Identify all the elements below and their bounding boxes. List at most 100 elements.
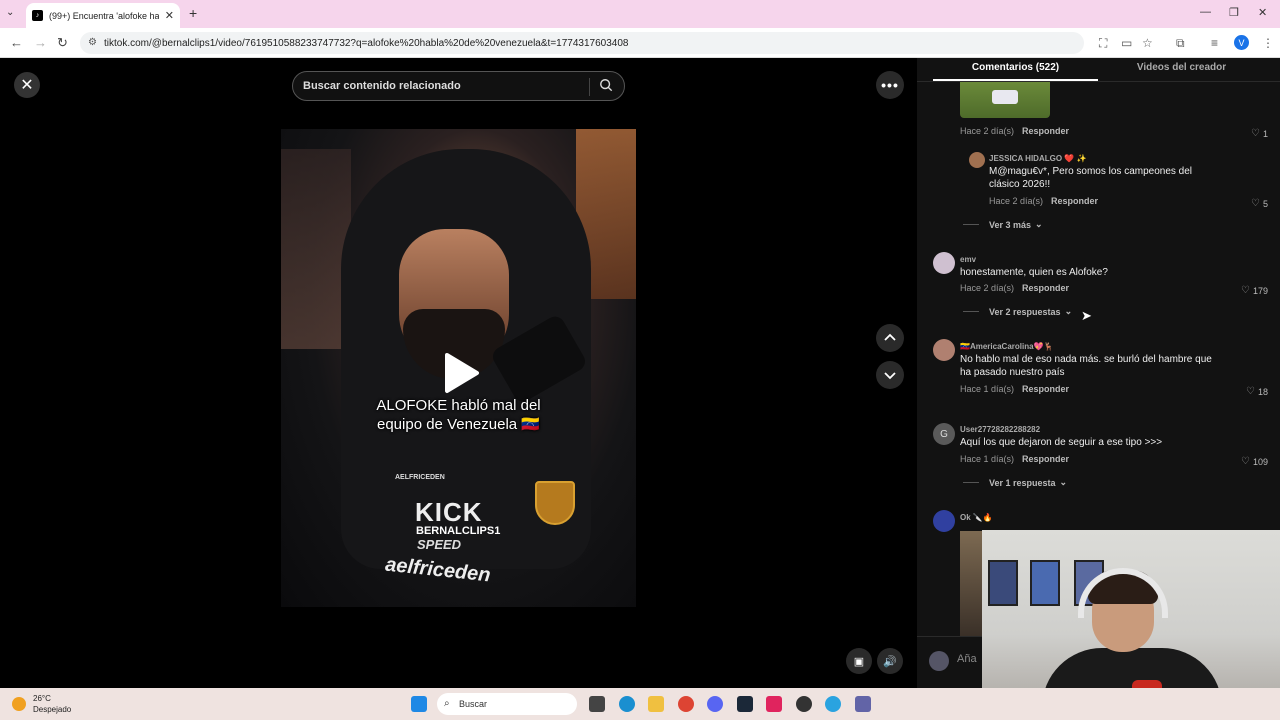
comment-time: Hace 2 día(s) — [989, 196, 1044, 206]
media-icon[interactable]: ≡ — [1211, 36, 1218, 50]
chevron-down-icon: ⌄ — [1059, 477, 1068, 487]
tab-close-icon[interactable]: ✕ — [165, 9, 174, 22]
teams-icon[interactable] — [855, 696, 871, 712]
comment-author[interactable]: Ok 🔪🔥 — [960, 513, 993, 522]
search-icon[interactable] — [599, 78, 613, 92]
minimize-button[interactable]: — — [1200, 6, 1211, 18]
task-view-icon[interactable] — [589, 696, 605, 712]
obs-icon[interactable] — [796, 696, 812, 712]
tab-title: (99+) Encuentra 'alofoke habla d — [49, 10, 159, 21]
search-icon: ⌕ — [444, 698, 450, 709]
play-icon[interactable] — [441, 351, 481, 395]
windows-taskbar: 26°C Despejado ⌕ Buscar — [0, 688, 1280, 720]
like-count: 18 — [1257, 386, 1268, 397]
divider-line — [963, 482, 979, 483]
comment-author[interactable]: User27728282288282 — [960, 425, 1040, 434]
like-count: 179 — [1252, 285, 1268, 296]
reply-button[interactable]: Responder — [1022, 283, 1069, 293]
chevron-down-icon: ⌄ — [1064, 306, 1073, 316]
discord-icon[interactable] — [707, 696, 723, 712]
bookmark-star-icon[interactable]: ☆ — [1142, 36, 1153, 50]
avatar[interactable] — [933, 339, 955, 361]
add-comment-input[interactable]: Aña — [957, 653, 977, 665]
telegram-icon[interactable] — [825, 696, 841, 712]
heart-icon: ♡ — [1241, 456, 1250, 467]
tab-search-icon[interactable]: ⌄ — [6, 7, 14, 18]
cast-icon[interactable]: ▭ — [1121, 36, 1132, 50]
extensions-icon[interactable]: ⧉ — [1176, 36, 1185, 51]
comment-meta: Hace 2 día(s) Responder — [960, 283, 1069, 293]
shirt-speed-text: SPEED — [417, 537, 462, 552]
translate-icon[interactable]: ⛶ — [1099, 36, 1107, 51]
comment-time: Hace 1 día(s) — [960, 454, 1015, 464]
avatar[interactable] — [969, 152, 985, 168]
file-explorer-icon[interactable] — [648, 696, 664, 712]
like-button[interactable]: ♡ 5 — [1251, 198, 1268, 209]
close-video-button[interactable]: ✕ — [14, 72, 40, 98]
view-replies[interactable]: Ver 2 respuestas ⌄ — [963, 306, 1072, 317]
active-tab-indicator — [933, 79, 1098, 81]
divider-line — [963, 224, 979, 225]
like-button[interactable]: ♡ 1 — [1251, 128, 1268, 139]
view-more-replies[interactable]: Ver 3 más ⌄ — [963, 219, 1043, 230]
reply-button[interactable]: Responder — [1051, 196, 1098, 206]
url-bar[interactable]: ⚙ tiktok.com/@bernalclips1/video/7619510… — [80, 32, 1084, 54]
new-tab-button[interactable]: + — [189, 5, 197, 21]
comment-time: Hace 2 día(s) — [960, 126, 1015, 136]
comment-image[interactable] — [960, 82, 1050, 118]
profile-avatar[interactable]: V — [1234, 35, 1249, 50]
tiktok-icon[interactable] — [766, 696, 782, 712]
heart-icon: ♡ — [1246, 386, 1255, 397]
browser-tab[interactable]: ♪ (99+) Encuentra 'alofoke habla d ✕ — [26, 3, 180, 28]
start-icon[interactable] — [411, 696, 427, 712]
forward-button[interactable]: → — [34, 35, 47, 50]
avatar[interactable] — [933, 510, 955, 532]
view-more-label: Ver 3 más — [989, 219, 1032, 230]
site-info-icon[interactable]: ⚙ — [88, 37, 97, 48]
comment-time: Hace 1 día(s) — [960, 384, 1015, 394]
view-replies[interactable]: Ver 1 respuesta ⌄ — [963, 477, 1067, 488]
volume-button[interactable]: 🔊 — [877, 648, 903, 674]
tab-creator-videos[interactable]: Videos del creador — [1099, 62, 1264, 73]
steam-icon[interactable] — [737, 696, 753, 712]
heart-icon: ♡ — [1241, 285, 1250, 296]
back-button[interactable]: ← — [10, 35, 23, 50]
like-count: 1 — [1262, 128, 1268, 139]
reply-button[interactable]: Responder — [1022, 384, 1069, 394]
user-avatar — [929, 651, 949, 671]
wall-poster — [1030, 560, 1060, 606]
previous-video-button[interactable] — [876, 324, 904, 352]
comment-author[interactable]: JESSICA HIDALGO ❤️ ✨ — [989, 154, 1086, 163]
creator-watermark: BERNALCLIPS1 — [416, 525, 501, 537]
comment-meta: Hace 1 día(s) Responder — [960, 454, 1069, 464]
taskbar-search[interactable]: ⌕ Buscar — [437, 693, 577, 715]
next-video-button[interactable] — [876, 361, 904, 389]
video-caption-line1: ALOFOKE habló mal del — [376, 397, 541, 414]
related-search-input[interactable]: Buscar contenido relacionado — [292, 71, 625, 101]
restore-button[interactable]: ❐ — [1229, 6, 1239, 19]
avatar[interactable]: G — [933, 423, 955, 445]
floating-player-button[interactable]: ▣ — [846, 648, 872, 674]
comment-author[interactable]: 🇻🇪AmericaCarolina💖🦌 — [960, 342, 1053, 351]
temperature: 26°C — [33, 694, 51, 703]
shirt-small-text: AELFRICEDEN — [395, 474, 445, 481]
like-count: 5 — [1262, 198, 1268, 209]
chevron-down-icon: ⌄ — [1035, 219, 1043, 229]
tab-comments[interactable]: Comentarios (522) — [933, 62, 1098, 73]
like-count: 109 — [1252, 456, 1268, 467]
like-button[interactable]: ♡ 179 — [1241, 285, 1268, 296]
comment-author[interactable]: emv — [960, 255, 976, 264]
menu-icon[interactable]: ⋮ — [1262, 36, 1274, 50]
avatar[interactable] — [933, 252, 955, 274]
chrome-icon[interactable] — [678, 696, 694, 712]
chevron-up-icon — [884, 333, 896, 341]
reply-button[interactable]: Responder — [1022, 454, 1069, 464]
more-options-button[interactable]: ••• — [876, 71, 904, 99]
window-close-button[interactable]: ✕ — [1258, 6, 1267, 19]
edge-icon[interactable] — [619, 696, 635, 712]
like-button[interactable]: ♡ 109 — [1241, 456, 1268, 467]
like-button[interactable]: ♡ 18 — [1246, 386, 1268, 397]
reply-button[interactable]: Responder — [1022, 126, 1069, 136]
video-player[interactable]: ALOFOKE habló mal del equipo de Venezuel… — [281, 129, 636, 607]
reload-button[interactable]: ↻ — [57, 35, 68, 51]
